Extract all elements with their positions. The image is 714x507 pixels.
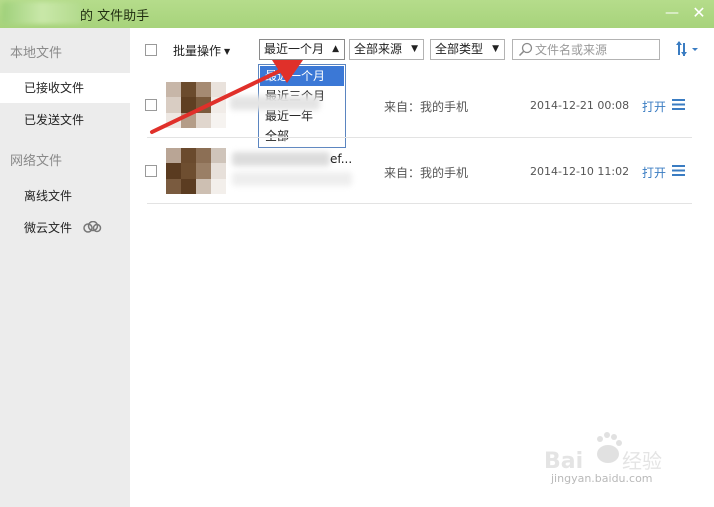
time-filter-select[interactable]: 最近一个月 ▲ [259,39,345,60]
row-divider [147,203,692,204]
sidebar-item-label: 已接收文件 [24,81,85,95]
svg-text:Bai: Bai [544,449,583,474]
avatar-blur [2,2,82,24]
minimize-button[interactable]: — [663,4,681,22]
select-all-checkbox[interactable] [145,44,157,56]
open-file-link[interactable]: 打开 [642,164,666,181]
open-file-link[interactable]: 打开 [642,98,666,115]
sidebar-item-received[interactable]: 已接收文件 [0,73,130,103]
file-thumbnail [166,148,226,194]
sidebar-item-label: 微云文件 [24,221,73,235]
caret-up-icon: ▲ [332,44,339,54]
search-box[interactable] [512,39,660,60]
sidebar-item-sent[interactable]: 已发送文件 [0,105,130,135]
caret-down-icon: ▼ [224,47,231,56]
file-source: 来自：我的手机 [384,166,469,180]
menu-icon[interactable] [672,99,685,113]
type-filter-value: 全部类型 [435,42,484,56]
file-date: 2014-12-21 00:08 [530,99,630,112]
caret-down-icon: ▼ [492,44,499,54]
watermark-url: jingyan.baidu.com [551,472,653,485]
time-option-last-month[interactable]: 最近一个月 [260,66,344,86]
cloud-icon [82,214,102,244]
search-icon [518,42,534,61]
search-input[interactable] [535,41,655,58]
baidu-watermark-logo: Bai 经验 [544,432,662,474]
sort-icon[interactable] [675,40,701,61]
sidebar-item-label: 离线文件 [24,189,73,203]
source-filter-value: 全部来源 [354,42,403,56]
caret-down-icon: ▼ [411,44,418,54]
file-thumbnail [166,82,226,128]
type-filter-select[interactable]: 全部类型 ▼ [430,39,505,60]
file-name-tail: ef... [330,152,353,166]
menu-icon[interactable] [672,165,685,179]
file-name-blurred [232,152,330,166]
close-button[interactable]: ✕ [690,4,708,22]
window-title: 的 文件助手 [80,9,150,24]
file-date: 2014-12-10 11:02 [530,165,630,178]
sidebar-item-label: 已发送文件 [24,113,85,127]
sidebar-item-offline[interactable]: 离线文件 [0,181,130,211]
file-name-blurred [230,96,320,110]
sidebar: 本地文件 已接收文件 已发送文件 网络文件 离线文件 微云文件 [0,28,130,507]
batch-operation-button[interactable]: 批量操作 ▼ [173,42,230,59]
file-checkbox[interactable] [145,165,157,177]
time-option-all[interactable]: 全部 [260,126,344,146]
time-filter-value: 最近一个月 [264,42,325,56]
title-bar: 的 文件助手 — ✕ [0,0,714,28]
sidebar-group-local: 本地文件 [10,46,63,61]
batch-operation-label: 批量操作 [173,44,222,58]
sidebar-group-network: 网络文件 [10,154,63,169]
sidebar-item-weiyun[interactable]: 微云文件 [0,213,130,243]
file-name-blurred [232,172,352,186]
svg-text:经验: 经验 [622,449,662,473]
file-checkbox[interactable] [145,99,157,111]
file-source: 来自：我的手机 [384,100,469,114]
row-divider [147,137,692,138]
source-filter-select[interactable]: 全部来源 ▼ [349,39,424,60]
